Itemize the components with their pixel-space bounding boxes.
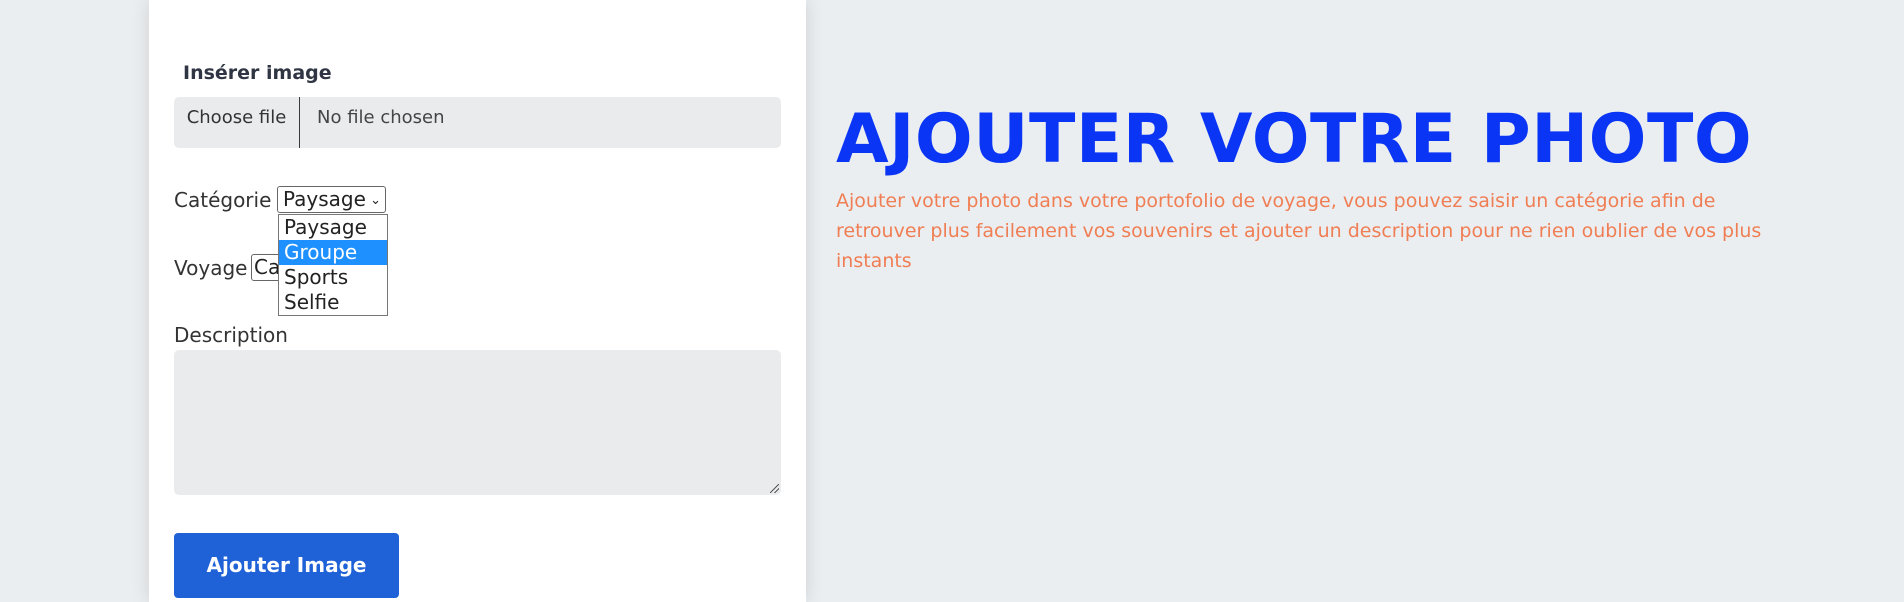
- category-label: Catégorie: [174, 188, 272, 212]
- add-image-button[interactable]: Ajouter Image: [174, 533, 399, 598]
- dropdown-option-sports[interactable]: Sports: [279, 265, 387, 290]
- category-dropdown[interactable]: Paysage Groupe Sports Selfie: [278, 214, 388, 316]
- category-selected-value: Paysage: [283, 187, 366, 211]
- page-title: AJOUTER VOTRE PHOTO: [836, 100, 1753, 179]
- choose-file-button[interactable]: Choose file: [174, 97, 300, 148]
- description-textarea[interactable]: [174, 350, 781, 495]
- chevron-down-icon: ⌄: [370, 193, 381, 208]
- dropdown-option-paysage[interactable]: Paysage: [279, 215, 387, 240]
- description-label: Description: [174, 323, 288, 347]
- page-description: Ajouter votre photo dans votre portofoli…: [836, 190, 1762, 272]
- file-input[interactable]: Choose file No file chosen: [174, 97, 781, 148]
- voyage-label: Voyage: [174, 256, 248, 280]
- file-label: Insérer image: [183, 62, 332, 84]
- dropdown-option-selfie[interactable]: Selfie: [279, 290, 387, 315]
- resize-handle-icon[interactable]: [770, 484, 779, 493]
- category-select[interactable]: Paysage ⌄: [277, 186, 386, 213]
- page: Insérer image Choose file No file chosen…: [0, 0, 1904, 602]
- voyage-selected-value: Ca: [254, 255, 281, 279]
- dropdown-option-groupe[interactable]: Groupe: [279, 240, 387, 265]
- upload-form-card: Insérer image Choose file No file chosen…: [149, 0, 806, 602]
- file-status: No file chosen: [317, 107, 445, 128]
